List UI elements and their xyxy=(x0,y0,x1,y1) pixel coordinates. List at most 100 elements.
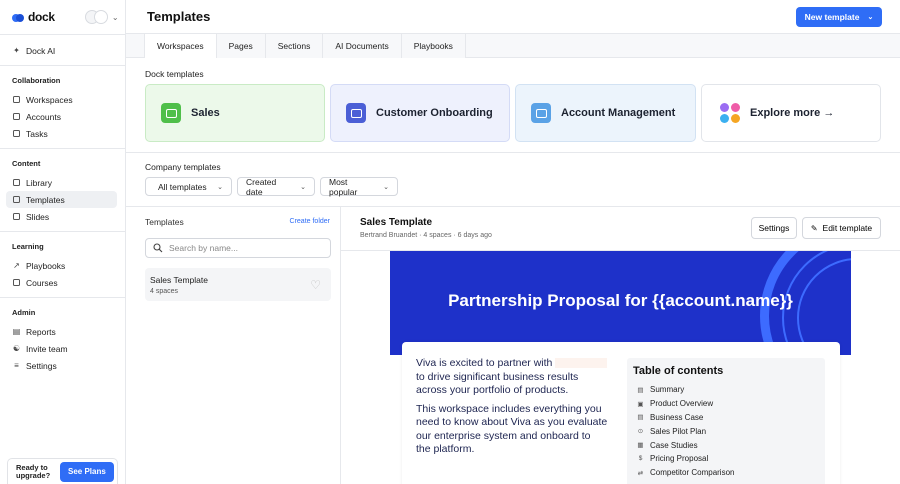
sidebar-item-label: Slides xyxy=(26,211,50,222)
toc-item[interactable]: $ Pricing Proposal xyxy=(633,452,819,466)
users-icon: ☯ xyxy=(12,344,21,353)
list-item-title: Sales Template xyxy=(150,275,208,285)
document-icon: ▦ xyxy=(637,442,644,450)
template-card-sales[interactable]: Sales xyxy=(145,84,325,142)
sidebar-item-label: Settings xyxy=(26,360,57,371)
template-card-account-management[interactable]: Account Management xyxy=(515,84,696,142)
paragraph: This workspace includes everything you n… xyxy=(416,402,608,456)
sidebar-item-invite-team[interactable]: ☯ Invite team xyxy=(0,340,117,357)
toc-item[interactable]: ⇄ Competitor Comparison xyxy=(633,466,819,480)
sidebar-item-courses[interactable]: Courses xyxy=(0,274,117,291)
sidebar-item-templates[interactable]: Templates xyxy=(6,191,117,208)
hero-title: Partnership Proposal for {{account.name}… xyxy=(448,291,793,310)
sidebar-item-label: Tasks xyxy=(26,128,48,139)
dock-logo-icon xyxy=(12,13,24,22)
sparkle-icon: ✦ xyxy=(13,46,20,55)
company-templates-label: Company templates xyxy=(145,162,221,172)
tab-pages[interactable]: Pages xyxy=(216,34,266,58)
sidebar-item-reports[interactable]: ▤ Reports xyxy=(0,323,117,340)
toc-label: Product Overview xyxy=(650,399,714,409)
workspace-switcher[interactable]: ⌄ xyxy=(84,10,119,24)
toc-label: Pricing Proposal xyxy=(650,454,709,464)
filter-created-date[interactable]: Created date ⌄ xyxy=(237,176,315,197)
compare-icon: ⇄ xyxy=(637,469,644,477)
filter-label: Most popular xyxy=(329,176,358,197)
placeholder-blank xyxy=(555,358,608,369)
tab-ai-documents[interactable]: AI Documents xyxy=(323,34,402,58)
filter-most-popular[interactable]: Most popular ⌄ xyxy=(320,176,398,197)
tab-sections[interactable]: Sections xyxy=(265,34,324,58)
sidebar-section-title: Content xyxy=(12,159,41,168)
sidebar-item-accounts[interactable]: Accounts xyxy=(0,108,117,125)
toc-label: Competitor Comparison xyxy=(650,468,735,478)
preview-document: Viva is excited to partner with to drive… xyxy=(402,342,840,484)
toc-title: Table of contents xyxy=(633,365,724,377)
library-icon xyxy=(12,178,21,187)
search-box xyxy=(145,238,331,258)
sidebar-item-label: Workspaces xyxy=(26,94,73,105)
toc-item[interactable]: ▦ Case Studies xyxy=(633,438,819,452)
edit-template-label: Edit template xyxy=(822,223,873,233)
sidebar-item-workspaces[interactable]: Workspaces xyxy=(0,91,117,108)
slides-icon xyxy=(12,212,21,221)
sidebar-item-label: Templates xyxy=(26,194,65,205)
template-icon xyxy=(12,195,21,204)
card-label: Account Management xyxy=(561,107,676,119)
toc-label: Case Studies xyxy=(650,440,698,450)
chart-icon: ▤ xyxy=(637,414,644,422)
sidebar-item-label: Library xyxy=(26,177,52,188)
document-body: Viva is excited to partner with to drive… xyxy=(416,357,608,462)
sidebar-section-title: Admin xyxy=(12,308,36,317)
sales-icon xyxy=(161,103,181,123)
chevron-down-icon: ⌄ xyxy=(383,183,389,191)
dock-templates-label: Dock templates xyxy=(145,69,204,79)
sidebar-item-settings[interactable]: ≡ Settings xyxy=(0,357,117,374)
sidebar-item-playbooks[interactable]: ↗ Playbooks xyxy=(0,257,117,274)
chevron-down-icon: ⌄ xyxy=(217,183,223,191)
filter-label: Created date xyxy=(246,176,277,197)
tab-playbooks[interactable]: Playbooks xyxy=(401,34,466,58)
sidebar-item-slides[interactable]: Slides xyxy=(0,208,117,225)
see-plans-button[interactable]: See Plans xyxy=(60,461,114,482)
sidebar-item-label: Invite team xyxy=(26,343,68,354)
new-template-button[interactable]: New template ⌄ xyxy=(796,7,882,27)
detail-subtitle: Bertrand Bruandet · 4 spaces · 6 days ag… xyxy=(360,232,492,239)
toc-item[interactable]: ⊙ Sales Pilot Plan xyxy=(633,424,819,438)
page-title: Templates xyxy=(147,9,211,24)
toc-item[interactable]: ▤ Business Case xyxy=(633,411,819,425)
header: Templates New template ⌄ xyxy=(126,0,900,34)
card-label: Sales xyxy=(191,107,220,119)
toc-item[interactable]: ▣ Product Overview xyxy=(633,397,819,411)
chevron-down-icon: ⌄ xyxy=(111,12,119,22)
sidebar-item-tasks[interactable]: Tasks xyxy=(0,125,117,142)
sidebar-item-label: Playbooks xyxy=(26,260,66,271)
toc-item[interactable]: ▤ Summary xyxy=(633,383,819,397)
template-card-explore-more[interactable]: Explore more → xyxy=(701,84,881,142)
sidebar-section-title: Learning xyxy=(12,242,44,251)
dollar-icon: $ xyxy=(638,455,643,463)
sidebar-item-label: Courses xyxy=(26,277,58,288)
settings-button[interactable]: Settings xyxy=(751,217,797,239)
sidebar-item-dock-ai[interactable]: ✦ Dock AI xyxy=(0,42,117,59)
heart-icon[interactable]: ♡ xyxy=(310,278,321,292)
sidebar-item-library[interactable]: Library xyxy=(0,174,117,191)
dock-templates-cards: Sales Customer Onboarding Account Manage… xyxy=(145,84,881,142)
target-icon: ⊙ xyxy=(637,428,644,436)
chevron-down-icon: ⌄ xyxy=(300,183,306,191)
sidebar-top: ✦ Dock AI xyxy=(0,34,125,65)
upgrade-text: Ready to upgrade? xyxy=(16,462,51,480)
paragraph-text: Viva is excited to partner with xyxy=(416,357,553,369)
create-folder-link[interactable]: Create folder xyxy=(290,218,330,225)
filter-bar: All templates ⌄ Created date ⌄ Most popu… xyxy=(145,176,398,197)
card-label: Explore more → xyxy=(750,107,835,119)
filter-all-templates[interactable]: All templates ⌄ xyxy=(145,177,232,196)
edit-template-button[interactable]: ✎ Edit template xyxy=(802,217,881,239)
list-item[interactable]: Sales Template 4 spaces ♡ xyxy=(145,268,331,301)
search-icon xyxy=(153,243,163,253)
chevron-down-icon: ⌄ xyxy=(867,14,874,21)
tab-workspaces[interactable]: Workspaces xyxy=(144,34,217,58)
search-input[interactable] xyxy=(169,243,319,253)
paragraph-text: to drive significant business results ac… xyxy=(416,370,579,397)
template-card-customer-onboarding[interactable]: Customer Onboarding xyxy=(330,84,510,142)
detail-title: Sales Template xyxy=(360,217,433,228)
